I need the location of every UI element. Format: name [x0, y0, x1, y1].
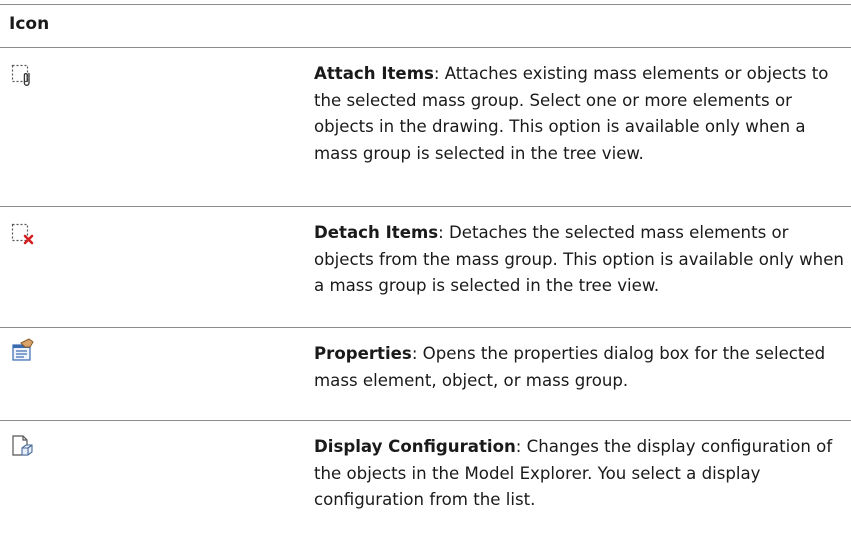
row-rule — [0, 206, 851, 207]
row-rule — [0, 420, 851, 421]
table-cell-description: Detach Items: Detaches the selected mass… — [314, 220, 844, 300]
header-rule — [0, 47, 851, 48]
item-name: Attach Items — [314, 64, 434, 83]
attach-items-icon — [10, 62, 36, 88]
display-configuration-icon — [10, 433, 36, 459]
table-cell-description: Attach Items: Attaches existing mass ele… — [314, 61, 844, 167]
item-name: Display Configuration — [314, 437, 516, 456]
table-cell-description: Display Configuration: Changes the displ… — [314, 434, 844, 514]
properties-icon — [10, 337, 36, 363]
row-rule — [0, 327, 851, 328]
detach-items-icon — [10, 221, 36, 247]
item-name: Properties — [314, 344, 412, 363]
table-top-rule — [0, 4, 851, 5]
table-cell-description: Properties: Opens the properties dialog … — [314, 341, 844, 394]
item-name: Detach Items — [314, 223, 439, 242]
table-header-icon: Icon — [9, 14, 50, 34]
